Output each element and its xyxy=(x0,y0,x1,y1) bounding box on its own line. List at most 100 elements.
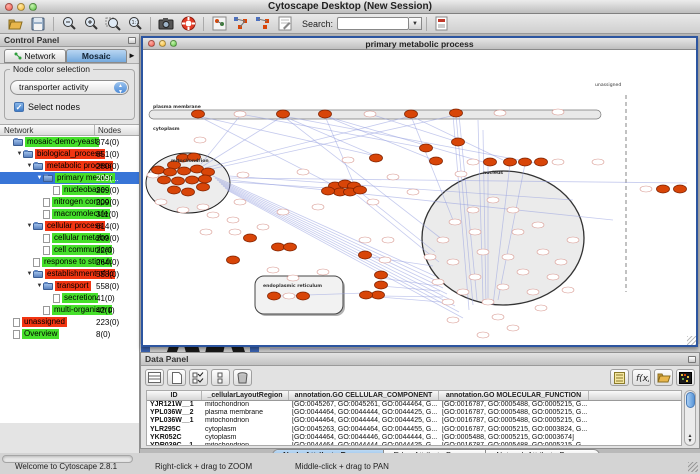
expand-arrow-icon[interactable]: ▼ xyxy=(16,151,23,157)
node[interactable] xyxy=(178,167,191,175)
network-view-window[interactable]: primary metabolic process plasma membran… xyxy=(141,36,698,347)
function-builder-icon[interactable]: f(x) xyxy=(632,369,651,386)
node-label[interactable] xyxy=(487,197,499,203)
node[interactable] xyxy=(359,251,372,259)
scrollbar-arrows-icon[interactable]: ▲▼ xyxy=(685,434,695,444)
node-label[interactable] xyxy=(234,199,246,205)
zoom-window-icon[interactable] xyxy=(29,3,37,11)
table-cell[interactable]: [GO:0045263, GO:0044464, GO:0044455, G..… xyxy=(289,426,439,434)
node-label[interactable] xyxy=(555,259,567,265)
node-label[interactable] xyxy=(640,186,652,192)
tree-row[interactable]: Overview8(0) xyxy=(0,328,139,340)
tree-row[interactable]: ▼establishment of lo558(0) xyxy=(0,268,139,280)
node-label[interactable] xyxy=(312,204,324,210)
window-controls[interactable] xyxy=(5,3,37,11)
node[interactable] xyxy=(354,186,367,194)
tree-row[interactable]: ▼metabolic process280(0) xyxy=(0,160,139,172)
expand-arrow-icon[interactable]: ▼ xyxy=(26,163,33,169)
node-label[interactable] xyxy=(387,174,399,180)
node[interactable] xyxy=(657,185,670,193)
node-label[interactable] xyxy=(537,249,549,255)
node[interactable] xyxy=(535,158,548,166)
node[interactable] xyxy=(519,158,532,166)
node-label[interactable] xyxy=(552,109,564,115)
node[interactable] xyxy=(168,186,181,194)
network-view-titlebar[interactable]: primary metabolic process xyxy=(143,38,696,50)
node[interactable] xyxy=(158,176,171,184)
node[interactable] xyxy=(152,166,165,174)
float-panel-icon[interactable] xyxy=(688,356,696,363)
node[interactable] xyxy=(192,110,205,118)
node-label[interactable] xyxy=(194,137,206,143)
table-cell[interactable]: plasma membrane xyxy=(202,409,289,417)
resize-grip-icon[interactable] xyxy=(687,336,696,345)
search-dropdown-icon[interactable]: ▼ xyxy=(409,17,422,30)
attribute-table-body[interactable]: YJR121W__1mitochondrion[GO:0045267, GO:0… xyxy=(147,401,681,446)
node[interactable] xyxy=(199,175,212,183)
zoom-window-icon[interactable] xyxy=(170,40,177,47)
node-label[interactable] xyxy=(317,269,329,275)
node-label[interactable] xyxy=(367,199,379,205)
tree-row[interactable]: cellular metabo209(0) xyxy=(0,232,139,244)
node-label[interactable] xyxy=(442,299,454,305)
table-cell[interactable]: [GO:0016787, GO:0005488, GO:0005215, G..… xyxy=(439,409,589,417)
enhanced-search-icon[interactable] xyxy=(431,15,453,33)
zoom-in-icon[interactable] xyxy=(80,15,102,33)
network-editor-icon[interactable] xyxy=(274,15,296,33)
node-label[interactable] xyxy=(447,317,459,323)
table-cell[interactable]: YKR052C xyxy=(147,434,202,442)
node-label[interactable] xyxy=(567,237,579,243)
tree-row[interactable]: ▼biological_process651(0) xyxy=(0,148,139,160)
table-cell[interactable]: mitochondrion xyxy=(202,401,289,409)
table-cell[interactable]: [GO:0016787, GO:0005488, GO:0005215, G..… xyxy=(439,442,589,446)
node-label[interactable] xyxy=(407,189,419,195)
node-label[interactable] xyxy=(467,159,479,165)
node[interactable] xyxy=(430,157,443,165)
table-row[interactable]: YPL036W__2plasma membrane[GO:0044464, GO… xyxy=(147,409,681,417)
tree-row[interactable]: cell communicat22(0) xyxy=(0,244,139,256)
tree-row[interactable]: ▼cellular process614(0) xyxy=(0,220,139,232)
node-label[interactable] xyxy=(477,332,489,338)
expand-arrow-icon[interactable]: ▼ xyxy=(36,283,43,289)
expand-arrow-icon[interactable]: ▼ xyxy=(26,223,33,229)
node-label[interactable] xyxy=(527,289,539,295)
node[interactable] xyxy=(370,154,383,162)
node[interactable] xyxy=(284,243,297,251)
table-cell[interactable]: YDR039C__1 xyxy=(147,442,202,446)
node-label[interactable] xyxy=(437,237,449,243)
table-row[interactable]: YKR052Ccytoplasm[GO:0044464, GO:0044446,… xyxy=(147,434,681,442)
node-label[interactable] xyxy=(177,207,189,213)
node-label[interactable] xyxy=(562,287,574,293)
network-window-controls[interactable] xyxy=(148,40,177,47)
node-label[interactable] xyxy=(364,111,376,117)
tree-row[interactable]: response to stimulu264(0) xyxy=(0,256,139,268)
open-session-icon[interactable] xyxy=(5,15,27,33)
node-label[interactable] xyxy=(267,267,279,273)
scrollbar-thumb[interactable] xyxy=(686,392,695,408)
node-label[interactable] xyxy=(155,199,167,205)
table-cell[interactable]: [GO:0005488, GO:0005215, GO:0003674] xyxy=(439,434,589,442)
import-attributes-icon[interactable] xyxy=(654,369,673,386)
tab-mosaic[interactable]: Mosaic xyxy=(66,49,128,63)
attribute-table[interactable]: ID_cellularLayoutRegionannotation.GO CEL… xyxy=(146,390,682,446)
column-header[interactable]: annotation.GO CELLULAR_COMPONENT xyxy=(289,391,439,400)
table-cell[interactable]: cytoplasm xyxy=(202,434,289,442)
node-label[interactable] xyxy=(297,169,309,175)
node-label[interactable] xyxy=(469,229,481,235)
table-row[interactable]: YPL036W__1mitochondrion[GO:0044464, GO:0… xyxy=(147,417,681,425)
expand-arrow-icon[interactable]: ▼ xyxy=(26,271,33,277)
vizmapper-icon[interactable] xyxy=(208,15,230,33)
zoom-out-icon[interactable] xyxy=(58,15,80,33)
node[interactable] xyxy=(319,110,332,118)
node-label[interactable] xyxy=(532,222,544,228)
node-label[interactable] xyxy=(457,289,469,295)
table-cell[interactable]: [GO:0016787, GO:0005488, GO:0005215, G..… xyxy=(439,401,589,409)
node-label[interactable] xyxy=(592,159,604,165)
minimize-icon[interactable] xyxy=(17,3,25,11)
table-cell[interactable]: mitochondrion xyxy=(202,442,289,446)
node[interactable] xyxy=(484,158,497,166)
node-label[interactable] xyxy=(207,212,219,218)
tree-row[interactable]: macromolecule311(0) xyxy=(0,208,139,220)
node[interactable] xyxy=(405,110,418,118)
table-cell[interactable]: [GO:0016787, GO:0005488, GO:0005215, G..… xyxy=(439,417,589,425)
